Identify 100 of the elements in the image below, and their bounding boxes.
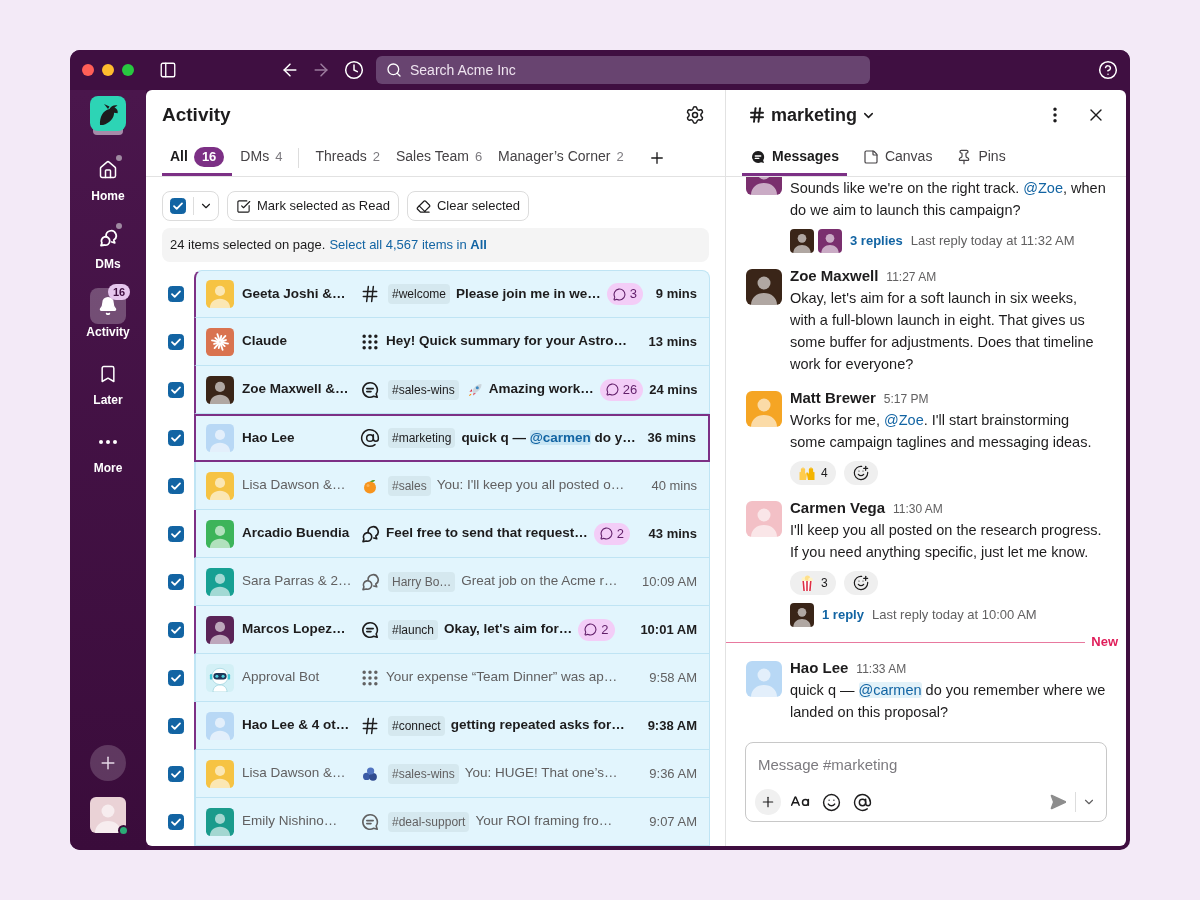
- timestamp: 43 mins: [647, 524, 697, 543]
- message-bubble-icon: [360, 379, 380, 400]
- timestamp: 9:58 AM: [648, 668, 697, 687]
- bookmark-icon: [98, 364, 118, 384]
- sidebar-item[interactable]: More: [78, 424, 138, 476]
- sender-name: Sara Parras & 2…: [242, 572, 352, 591]
- checkbox[interactable]: [168, 286, 184, 302]
- checkbox[interactable]: [170, 198, 186, 214]
- activity-row[interactable]: Hao Lee #marketing quick q — @carmen do y… 36 mins: [194, 414, 710, 462]
- checkbox[interactable]: [168, 430, 184, 446]
- filter-tab[interactable]: All 16: [162, 140, 233, 176]
- author-name[interactable]: Zoe Maxwell: [790, 265, 879, 287]
- activity-row[interactable]: Lisa Dawson &… #sales-wins You: HUGE! That one’s… 9:36 AM: [194, 750, 710, 798]
- message-composer[interactable]: Message #marketing: [745, 742, 1107, 822]
- smiley-icon[interactable]: [822, 792, 841, 812]
- window-zoom-button[interactable]: [122, 64, 134, 76]
- checkbox[interactable]: [168, 670, 184, 686]
- checkbox[interactable]: [168, 622, 184, 638]
- filter-tab[interactable]: Manager’s Corner 2: [490, 140, 632, 176]
- replies-link[interactable]: 3 replies: [850, 231, 903, 251]
- workspace-logo[interactable]: [90, 96, 126, 136]
- add-button[interactable]: [90, 745, 126, 781]
- checkbox[interactable]: [168, 478, 184, 494]
- reaction-button[interactable]: 4: [790, 461, 836, 485]
- message-input[interactable]: Message #marketing: [758, 743, 1094, 785]
- replies-link[interactable]: 1 reply: [822, 605, 864, 625]
- sidebar-item[interactable]: DMs: [78, 220, 138, 272]
- help-icon[interactable]: [1098, 60, 1118, 80]
- message-bubble-icon: [360, 811, 380, 832]
- checkbox[interactable]: [168, 718, 184, 734]
- message-preview: Amazing work…: [488, 380, 594, 399]
- mention-link[interactable]: @carmen: [529, 429, 591, 445]
- search-field[interactable]: Search Acme Inc: [376, 56, 870, 84]
- clear-selection-button[interactable]: Clear selected: [406, 191, 530, 221]
- speech-bubble-icon: [750, 148, 766, 165]
- reply-count: 2: [601, 620, 609, 639]
- window-close-button[interactable]: [82, 64, 94, 76]
- timestamp: 40 mins: [650, 476, 697, 495]
- at-sign-icon: [360, 428, 380, 448]
- author-name[interactable]: Matt Brewer: [790, 387, 876, 409]
- mention-link[interactable]: @Zoe: [1023, 180, 1063, 196]
- unread-count: 16: [193, 146, 225, 167]
- activity-row[interactable]: Emily Nishino… #deal-support Your ROI framing fro… 9:07 AM: [194, 798, 710, 846]
- message-time: 11:30 AM: [893, 501, 943, 518]
- sender-name: Zoe Maxwell &…: [242, 380, 349, 399]
- channel-tab[interactable]: Canvas: [854, 140, 941, 176]
- sender-name: Hao Lee & 4 ot…: [242, 716, 350, 735]
- filter-tab[interactable]: Sales Team 6: [387, 140, 491, 176]
- activity-row[interactable]: Zoe Maxwell &… #sales-wins Amazing work… 26 24 mins: [194, 366, 710, 414]
- tangerine-icon: [362, 477, 378, 494]
- hash-icon: [360, 715, 380, 736]
- message-preview: Feel free to send that request…: [386, 524, 588, 543]
- sidebar-item[interactable]: Later: [78, 356, 138, 408]
- filter-tab[interactable]: DMs 4: [232, 140, 291, 176]
- clock-icon[interactable]: [344, 60, 364, 80]
- message-time: 11:27 AM: [886, 269, 937, 286]
- mark-read-button[interactable]: Mark selected as Read: [227, 191, 399, 221]
- activity-row[interactable]: Sara Parras & 2… Harry Bo… Great job on the Acme r… 10:09 AM: [194, 558, 710, 606]
- search-input[interactable]: Search Acme Inc: [410, 59, 860, 81]
- settings-icon[interactable]: [685, 105, 705, 125]
- send-icon[interactable]: [1049, 793, 1067, 811]
- sender-name: Lisa Dawson &…: [242, 764, 346, 783]
- sender-name: Emily Nishino…: [242, 812, 338, 831]
- author-name[interactable]: Carmen Vega: [790, 497, 886, 519]
- select-all-link[interactable]: Select all 4,567 items in All: [329, 237, 487, 253]
- mention-link[interactable]: @carmen: [858, 682, 922, 698]
- window-minimize-button[interactable]: [102, 64, 114, 76]
- checkbox[interactable]: [168, 766, 184, 782]
- mention-link[interactable]: @Zoe: [884, 412, 924, 428]
- checkbox[interactable]: [168, 334, 184, 350]
- timestamp: 9:38 AM: [646, 716, 697, 735]
- checkbox[interactable]: [168, 382, 184, 398]
- sidebar-item[interactable]: Home: [78, 152, 138, 204]
- channel-tag: #marketing: [388, 428, 456, 448]
- reply-count: 26: [622, 380, 638, 399]
- timestamp: 9 mins: [654, 285, 697, 304]
- filter-tab[interactable]: Threads 2: [307, 140, 388, 176]
- activity-row[interactable]: Marcos Lopez… #launch Okay, let's aim for… 2 10:01 AM: [194, 606, 710, 654]
- activity-row[interactable]: Claude Hey! Quick summary for your Astro… 13 mins: [194, 318, 710, 366]
- checkbox[interactable]: [168, 814, 184, 830]
- checkbox[interactable]: [168, 526, 184, 542]
- channel-name[interactable]: marketing: [771, 101, 858, 129]
- activity-row[interactable]: Approval Bot Your expense “Team Dinner” was ap… 9:58 AM: [194, 654, 710, 702]
- attach-button[interactable]: [755, 789, 781, 815]
- activity-row[interactable]: Arcadio Buendia Feel free to send that request… 2 43 mins: [194, 510, 710, 558]
- message-preview: Hey! Quick summary for your Astro…: [386, 332, 628, 351]
- reaction-button[interactable]: 3: [790, 571, 836, 595]
- activity-row[interactable]: Geeta Joshi &… #welcome Please join me in we… 3 9 mins: [194, 270, 710, 318]
- add-reaction-button[interactable]: [843, 571, 878, 595]
- message-preview: Please join me in we…: [456, 284, 601, 303]
- channel-tab[interactable]: Pins: [948, 140, 1014, 176]
- add-reaction-button[interactable]: [843, 461, 878, 485]
- sidebar-panel-icon[interactable]: [159, 61, 177, 79]
- message-preview: quick q — @carmen do y…: [461, 428, 636, 447]
- message-preview: Your expense “Team Dinner” was ap…: [386, 668, 618, 687]
- checkbox[interactable]: [168, 574, 184, 590]
- activity-row[interactable]: Lisa Dawson &… #sales You: I'll keep you all posted o… 40 mins: [194, 462, 710, 510]
- at-sign-icon[interactable]: [853, 792, 872, 812]
- activity-row[interactable]: Hao Lee & 4 ot… #connect getting repeated asks for… 9:38 AM: [194, 702, 710, 750]
- author-name[interactable]: Hao Lee: [790, 657, 849, 679]
